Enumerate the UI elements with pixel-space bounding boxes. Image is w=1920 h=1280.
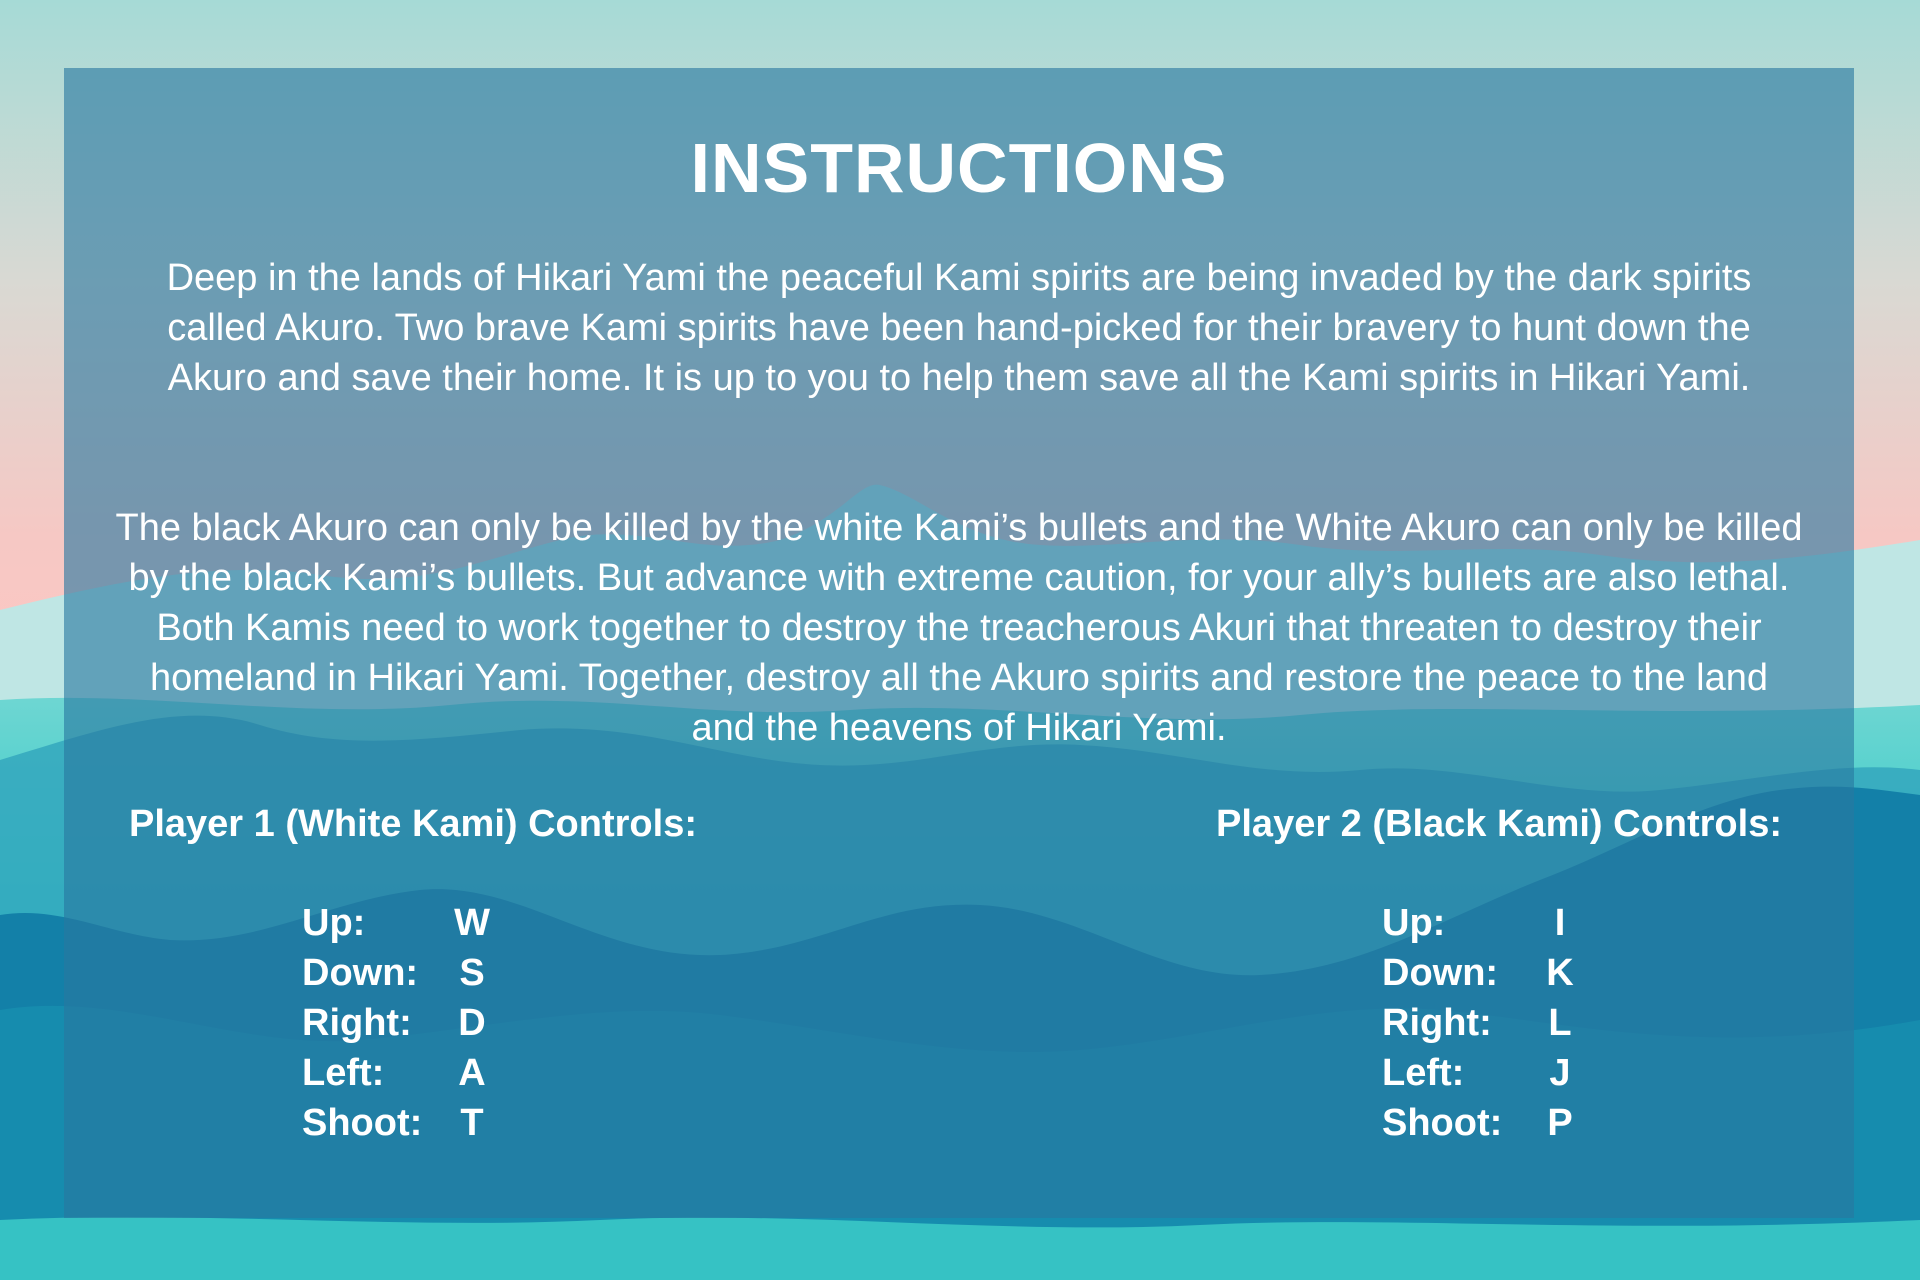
control-action: Shoot:: [1382, 1101, 1503, 1144]
player1-controls-list: Up: W Down: S Right: D Left: A Shoot: T: [302, 898, 492, 1148]
control-key: J: [1549, 1051, 1571, 1094]
control-row-up: Up: I: [1382, 898, 1580, 948]
control-row-up: Up: W: [302, 898, 492, 948]
story-paragraph: Deep in the lands of Hikari Yami the pea…: [166, 257, 1752, 399]
control-key: T: [460, 1101, 484, 1144]
control-action: Down:: [302, 951, 419, 994]
instructions-panel: INSTRUCTIONS Deep in the lands of Hikari…: [64, 68, 1854, 1218]
control-row-right: Right: L: [1382, 998, 1580, 1048]
control-key: S: [459, 951, 485, 994]
control-action: Left:: [302, 1051, 385, 1094]
control-key: I: [1554, 901, 1566, 944]
control-row-down: Down: K: [1382, 948, 1580, 998]
control-action: Left:: [1382, 1051, 1465, 1094]
control-row-left: Left: A: [302, 1048, 492, 1098]
control-row-left: Left: J: [1382, 1048, 1580, 1098]
bottom-sea: [0, 1217, 1920, 1280]
player2-controls-heading: Player 2 (Black Kami) Controls:: [1216, 803, 1782, 845]
control-key: P: [1547, 1101, 1573, 1144]
control-action: Down:: [1382, 951, 1499, 994]
control-key: W: [454, 901, 490, 944]
control-key: L: [1548, 1001, 1572, 1044]
control-action: Right:: [302, 1001, 412, 1044]
control-action: Right:: [1382, 1001, 1492, 1044]
player2-controls-list: Up: I Down: K Right: L Left: J Shoot: P: [1382, 898, 1580, 1148]
player1-controls-heading: Player 1 (White Kami) Controls:: [129, 803, 697, 845]
control-row-right: Right: D: [302, 998, 492, 1048]
control-row-shoot: Shoot: T: [302, 1098, 492, 1148]
control-key: A: [458, 1051, 486, 1094]
control-action: Up:: [302, 901, 366, 944]
control-key: D: [458, 1001, 486, 1044]
control-action: Shoot:: [302, 1101, 423, 1144]
control-action: Up:: [1382, 901, 1446, 944]
rules-paragraph: The black Akuro can only be killed by th…: [115, 507, 1803, 749]
control-key: K: [1546, 951, 1574, 994]
control-row-down: Down: S: [302, 948, 492, 998]
control-row-shoot: Shoot: P: [1382, 1098, 1580, 1148]
page-title: INSTRUCTIONS: [690, 129, 1228, 207]
